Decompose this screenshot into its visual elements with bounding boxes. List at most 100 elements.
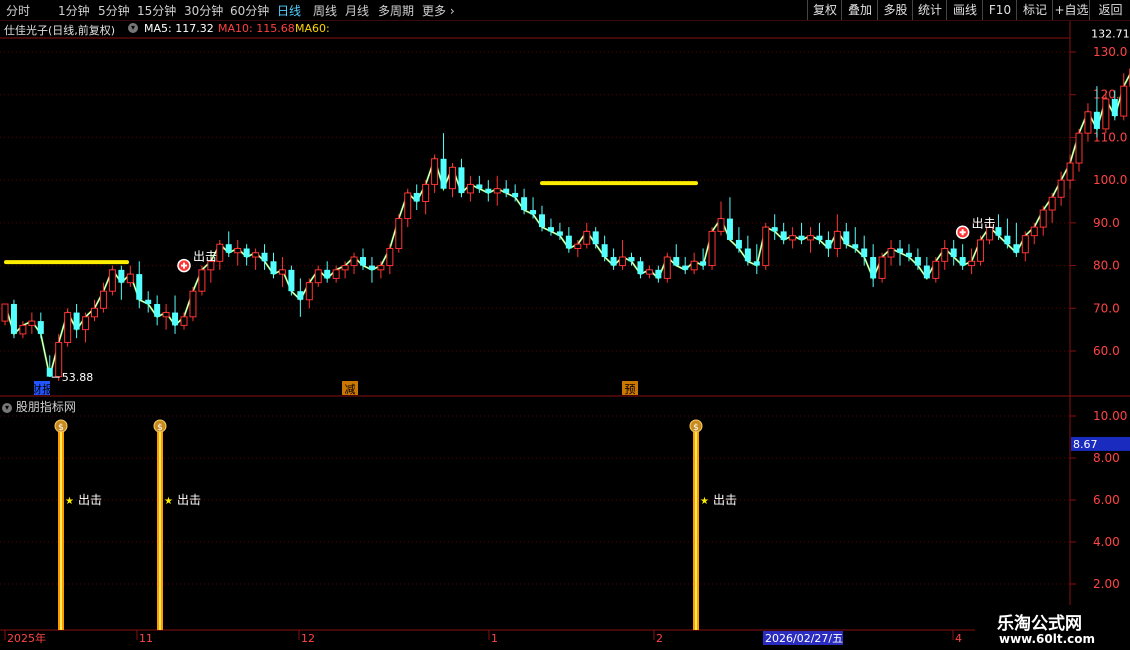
high-price-label: 132.71	[1091, 27, 1130, 40]
candle-body-up	[386, 247, 394, 267]
candle-body-down	[145, 299, 152, 305]
candle-body-down	[843, 231, 850, 245]
candle-body-up	[878, 256, 886, 279]
candle-body-up	[108, 269, 116, 292]
candle-body-up	[645, 269, 653, 275]
candle-body-down	[73, 312, 80, 330]
candle-body-up	[278, 269, 286, 275]
candle-body-up	[1039, 209, 1047, 228]
candle-body-up	[708, 230, 716, 267]
candle-body-down	[798, 235, 805, 240]
time-label: 11	[139, 632, 153, 645]
candle-body-down	[503, 188, 510, 193]
cursor-date-label: 2026/02/27/五	[765, 632, 843, 645]
candle-body-down	[673, 257, 680, 266]
candle-body-up	[162, 312, 170, 318]
star-icon: ★	[164, 496, 173, 507]
candle-body-up	[941, 247, 949, 262]
candle-body-down	[476, 184, 483, 189]
price-tick-label: 110.0	[1093, 130, 1127, 144]
candle-body-up	[1066, 162, 1074, 181]
indicator-collapse-icon[interactable]: ▾	[2, 402, 12, 413]
candle-body-down	[360, 257, 366, 266]
candle-body-up	[180, 316, 188, 326]
candle-body-down	[154, 304, 161, 317]
resistance-bar	[4, 260, 129, 265]
indicator-tick-label: 2.00	[1093, 577, 1120, 591]
candle-body-down	[861, 248, 868, 258]
price-tick-label: 60.0	[1093, 344, 1120, 358]
candle-body-up	[395, 218, 403, 249]
price-tick-label: 90.0	[1093, 216, 1120, 230]
candle-body-down	[539, 214, 545, 228]
candle-body-down	[37, 321, 44, 334]
candle-body-down	[700, 261, 707, 266]
candle-body-down	[655, 269, 662, 279]
candle-body-down	[897, 248, 903, 253]
candle-body-down	[601, 244, 608, 258]
candle-body-up	[350, 256, 358, 267]
money-bag-symbol: $	[58, 423, 64, 433]
candle-body-down	[485, 188, 492, 193]
candle-body-up	[126, 273, 134, 284]
money-bag-symbol: $	[693, 423, 699, 433]
candle-body-down	[172, 312, 179, 326]
candle-body-up	[28, 320, 36, 326]
indicator-tick-label: 8.00	[1093, 451, 1120, 465]
candle-body-up	[977, 239, 985, 262]
candle-body-up	[1075, 132, 1083, 164]
watermark-title: 乐淘公式网	[997, 614, 1082, 634]
candle-body-down	[10, 304, 17, 334]
candle-body-down	[637, 261, 644, 275]
candle-body-down	[905, 252, 912, 258]
time-label: 12	[301, 632, 315, 645]
candle-body-down	[225, 244, 232, 253]
indicator-signal-highlight	[60, 432, 62, 630]
candle-body-down	[1093, 111, 1100, 129]
candle-body-down	[512, 192, 519, 198]
price-chart[interactable]: 130.0120.0110.0100.090.080.070.060.0出击出击…	[0, 0, 1130, 650]
candle-body-up	[82, 316, 90, 331]
ma5-line	[4, 73, 1130, 377]
candle-body-up	[717, 218, 725, 232]
indicator-signal-label: 出击	[713, 493, 737, 507]
candle-body-down	[261, 252, 268, 262]
signal-label: 出击	[972, 216, 996, 230]
candle-body-up	[377, 265, 385, 271]
candle-body-down	[368, 265, 375, 270]
candle-body-down	[118, 269, 125, 283]
ma60-line	[4, 72, 1130, 377]
candle-body-down	[995, 227, 1002, 236]
candle-body-down	[530, 210, 537, 215]
candle-body-up	[1084, 111, 1092, 134]
candle-body-down	[682, 265, 689, 270]
candle-body-down	[753, 261, 760, 266]
event-marker-label: 财报	[31, 382, 53, 396]
candle-body-up	[64, 312, 72, 343]
price-tick-label: 100.0	[1093, 173, 1127, 187]
candle-body-up	[789, 235, 797, 241]
candle-body-down	[413, 192, 420, 202]
candle-body-down	[870, 257, 877, 279]
candle-body-down	[565, 235, 572, 249]
candle-body-up	[663, 256, 671, 279]
candle-body-down	[914, 257, 921, 266]
watermark-url: www.60lt.com	[999, 632, 1096, 646]
price-tick-label: 130.0	[1093, 45, 1127, 59]
candle-body-up	[932, 260, 940, 279]
candle-body-up	[583, 230, 591, 245]
candle-body-up	[690, 260, 698, 271]
candle-body-down	[547, 227, 554, 232]
candle-body-down	[735, 239, 742, 249]
candle-body-up	[449, 166, 456, 190]
indicator-tick-label: 10.00	[1093, 409, 1127, 423]
candle-body-up	[1057, 179, 1065, 198]
candle-body-up	[305, 282, 313, 301]
candle-body-down	[771, 227, 778, 232]
candle-body-down	[744, 248, 751, 262]
candle-body-up	[493, 188, 501, 194]
candle-body-up	[431, 158, 439, 185]
indicator-signal-highlight	[159, 432, 161, 630]
indicator-title-wrap: ▾ 股朋指标网	[2, 398, 76, 415]
candle-body-down	[288, 269, 295, 292]
